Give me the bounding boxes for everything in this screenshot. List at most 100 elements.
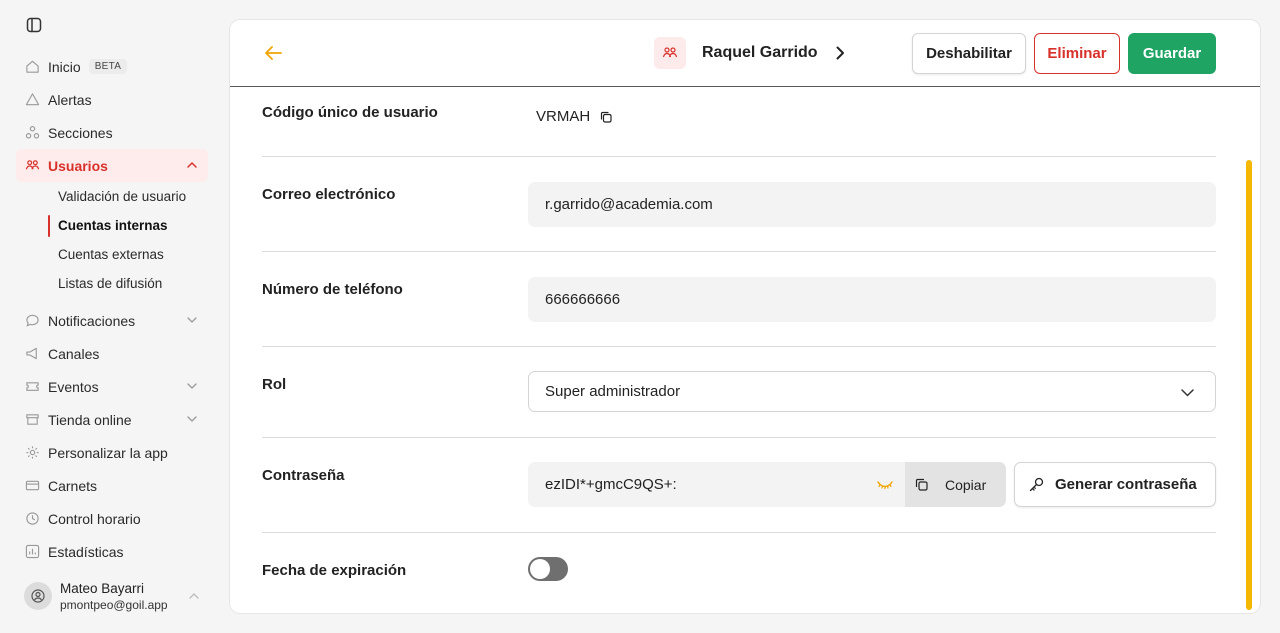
form-row-email: Correo electrónico r.garrido@academia.co… — [262, 157, 1216, 252]
detail-header: Raquel Garrido Deshabilitar Eliminar Gua… — [230, 20, 1260, 87]
form-row-expiration: Fecha de expiración — [262, 533, 1216, 608]
header-user-name: Raquel Garrido — [702, 44, 818, 61]
code-label: Código único de usuario — [262, 104, 438, 121]
users-icon — [24, 158, 40, 174]
home-icon — [24, 59, 40, 75]
save-button[interactable]: Guardar — [1128, 33, 1216, 74]
warning-icon — [24, 92, 40, 108]
chevron-down-icon — [1181, 389, 1194, 397]
sidebar-item-label: Notificaciones — [48, 312, 136, 329]
store-icon — [24, 412, 40, 428]
form-row-role: Rol Super administrador — [262, 347, 1216, 438]
form-row-password: Contraseña ezIDI*+gmcC9QS+: Copiar Gener… — [262, 438, 1216, 533]
megaphone-icon — [24, 346, 40, 362]
sidebar-item-label: Control horario — [48, 510, 141, 527]
user-icon — [31, 589, 45, 603]
sidebar-item-label: Inicio — [48, 58, 81, 75]
sections-icon — [24, 125, 40, 141]
code-text: VRMAH — [536, 108, 591, 125]
delete-button[interactable]: Eliminar — [1034, 33, 1120, 74]
copy-icon — [915, 478, 928, 491]
chevron-up-icon[interactable] — [188, 590, 200, 602]
copy-icon[interactable] — [599, 110, 613, 124]
chevron-down-icon[interactable] — [186, 413, 198, 425]
submenu-item-cuentas-internas[interactable]: Cuentas internas — [48, 211, 208, 240]
sidebar-item-eventos[interactable]: Eventos — [16, 370, 208, 403]
phone-label: Número de teléfono — [262, 281, 403, 298]
user-email: pmontpeo@goil.app — [60, 597, 168, 612]
submenu-item-label: Validación de usuario — [58, 189, 187, 204]
users-icon — [654, 37, 686, 69]
user-detail-card: Raquel Garrido Deshabilitar Eliminar Gua… — [230, 20, 1260, 613]
submenu-item-label: Listas de difusión — [58, 276, 163, 291]
disable-button[interactable]: Deshabilitar — [912, 33, 1026, 74]
expiration-label: Fecha de expiración — [262, 562, 407, 579]
header-user[interactable]: Raquel Garrido — [654, 36, 848, 70]
role-select[interactable]: Super administrador — [528, 371, 1216, 412]
settings-icon — [24, 445, 40, 461]
sidebar-item-usuarios[interactable]: Usuarios — [16, 149, 208, 182]
submenu-item-validacion[interactable]: Validación de usuario — [48, 182, 208, 211]
copy-password-button[interactable]: Copiar — [905, 462, 1006, 507]
sidebar-item-notificaciones[interactable]: Notificaciones — [16, 304, 208, 337]
sidebar-item-alertas[interactable]: Alertas — [16, 83, 208, 116]
expiration-toggle[interactable] — [528, 557, 568, 581]
sidebar-toggle-icon[interactable] — [26, 17, 42, 33]
password-value: ezIDI*+gmcC9QS+: — [545, 476, 677, 493]
ticket-icon — [24, 379, 40, 395]
sidebar-item-label: Personalizar la app — [48, 444, 168, 461]
avatar — [24, 582, 52, 610]
clock-icon — [24, 511, 40, 527]
chart-icon — [24, 544, 40, 560]
chevron-right-icon[interactable] — [832, 45, 848, 61]
sidebar-item-label: Usuarios — [48, 157, 108, 174]
sidebar-item-tienda-online[interactable]: Tienda online — [16, 403, 208, 436]
user-form: Código único de usuario VRMAH Correo ele… — [262, 88, 1216, 608]
submenu-item-listas-difusion[interactable]: Listas de difusión — [48, 269, 208, 298]
card-icon — [24, 478, 40, 494]
sidebar-item-label: Tienda online — [48, 411, 132, 428]
email-field[interactable]: r.garrido@academia.com — [528, 182, 1216, 227]
sidebar-item-carnets[interactable]: Carnets — [16, 469, 208, 502]
copy-label: Copiar — [945, 476, 987, 493]
sidebar-item-canales[interactable]: Canales — [16, 337, 208, 370]
submenu-item-cuentas-externas[interactable]: Cuentas externas — [48, 240, 208, 269]
generate-password-button[interactable]: Generar contraseña — [1014, 462, 1216, 507]
password-label: Contraseña — [262, 467, 345, 484]
scrollbar-thumb[interactable] — [1246, 160, 1252, 610]
back-arrow-icon[interactable] — [262, 42, 284, 64]
sidebar-item-label: Estadísticas — [48, 543, 124, 560]
sidebar-item-label: Alertas — [48, 91, 92, 108]
sidebar-user[interactable]: Mateo Bayarri pmontpeo@goil.app — [24, 578, 204, 614]
sidebar-item-control-horario[interactable]: Control horario — [16, 502, 208, 535]
sidebar-item-label: Secciones — [48, 124, 113, 141]
sidebar-item-label: Canales — [48, 345, 100, 362]
chat-bubble-icon — [24, 313, 40, 329]
sidebar-item-inicio[interactable]: Inicio BETA — [16, 50, 208, 83]
form-row-phone: Número de teléfono 666666666 — [262, 252, 1216, 347]
sidebar-item-estadisticas[interactable]: Estadísticas — [16, 535, 208, 568]
sidebar-item-label: Carnets — [48, 477, 98, 494]
password-field[interactable]: ezIDI*+gmcC9QS+: Copiar — [528, 462, 1006, 507]
usuarios-submenu: Validación de usuario Cuentas internas C… — [16, 182, 208, 298]
role-value: Super administrador — [545, 383, 681, 400]
submenu-item-label: Cuentas internas — [58, 218, 168, 233]
generate-label: Generar contraseña — [1055, 476, 1197, 493]
sidebar-item-secciones[interactable]: Secciones — [16, 116, 208, 149]
form-row-code: Código único de usuario VRMAH — [262, 88, 1216, 157]
key-icon — [1029, 477, 1044, 492]
chevron-down-icon[interactable] — [186, 314, 198, 326]
eye-closed-icon[interactable] — [876, 479, 894, 491]
role-label: Rol — [262, 376, 287, 393]
email-label: Correo electrónico — [262, 186, 396, 203]
submenu-item-label: Cuentas externas — [58, 247, 164, 262]
user-name: Mateo Bayarri — [60, 580, 145, 596]
sidebar-item-label: Eventos — [48, 378, 99, 395]
chevron-up-icon[interactable] — [186, 159, 198, 171]
chevron-down-icon[interactable] — [186, 380, 198, 392]
sidebar: Inicio BETA Alertas Secciones Usuarios V… — [0, 0, 220, 633]
sidebar-item-personalizar[interactable]: Personalizar la app — [16, 436, 208, 469]
toggle-knob — [530, 559, 550, 579]
phone-field[interactable]: 666666666 — [528, 277, 1216, 322]
user-info: Mateo Bayarri pmontpeo@goil.app — [60, 580, 168, 613]
